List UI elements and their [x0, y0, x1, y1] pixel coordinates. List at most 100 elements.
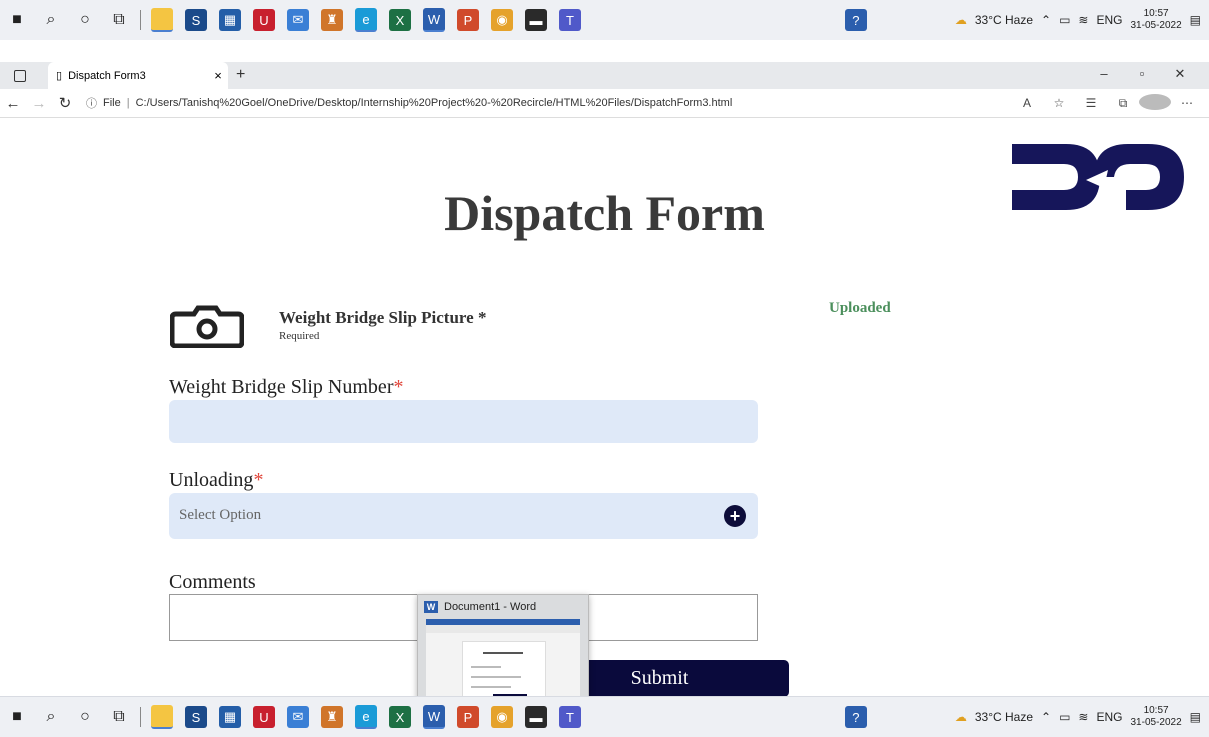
new-tab-button[interactable]: +	[236, 66, 245, 84]
language-indicator[interactable]: ENG	[1096, 13, 1122, 27]
page-content: Dispatch Form Weight Bridge Slip Picture…	[0, 118, 1209, 697]
app-helmet-icon[interactable]: ♜	[321, 706, 343, 728]
word-preview-popup[interactable]: W Document1 - Word	[417, 594, 589, 708]
taskbar-top: ■ ⌕ ○ ⧉ S ▦ U ✉ ♜ e X W P ◉ ▬ T ? ☁ 33°C…	[0, 0, 1209, 40]
slip-picture-required: Required	[279, 330, 320, 342]
page-icon: ▯	[56, 70, 63, 82]
collections-icon[interactable]: ⧉	[1107, 96, 1139, 111]
weather-text[interactable]: 33°C Haze	[975, 710, 1033, 724]
slip-number-label-text: Weight Bridge Slip Number	[169, 376, 394, 398]
calculator-icon[interactable]: ▦	[219, 706, 241, 728]
search-icon[interactable]: ⌕	[40, 706, 62, 728]
required-marker: *	[253, 469, 264, 491]
address-bar-icons: A ☆ ☰ ⧉ ⋯	[1011, 89, 1203, 117]
cortana-icon[interactable]: ○	[74, 9, 96, 31]
file-explorer-icon[interactable]	[151, 705, 173, 729]
tab-dispatch-form[interactable]: ▯ Dispatch Form3 ×	[48, 62, 228, 89]
clock[interactable]: 10:57 31-05-2022	[1131, 705, 1182, 729]
thumb-line	[471, 686, 511, 688]
mail-icon[interactable]: ✉	[287, 9, 309, 31]
refresh-icon[interactable]: ↻	[52, 94, 78, 112]
calculator-icon[interactable]: ▦	[219, 9, 241, 31]
edge-icon[interactable]: e	[355, 8, 377, 32]
chevron-up-icon[interactable]: ⌃	[1041, 710, 1051, 724]
excel-icon[interactable]: X	[389, 9, 411, 31]
restore-icon[interactable]: ▫	[1123, 66, 1161, 82]
unloading-select[interactable]: Select Option +	[169, 493, 758, 539]
minimize-icon[interactable]: –	[1085, 66, 1123, 82]
windows-start-icon[interactable]: ■	[6, 706, 28, 728]
chrome-icon[interactable]: ◉	[491, 9, 513, 31]
avatar	[1139, 93, 1171, 110]
thumb-toolbar	[426, 625, 580, 633]
file-explorer-icon[interactable]	[151, 8, 173, 32]
mcafee-icon[interactable]: U	[253, 706, 275, 728]
weather-text[interactable]: 33°C Haze	[975, 13, 1033, 27]
page-title: Dispatch Form	[444, 185, 765, 241]
powerpoint-icon[interactable]: P	[457, 9, 479, 31]
mcafee-icon[interactable]: U	[253, 9, 275, 31]
word-icon[interactable]: W	[423, 8, 445, 32]
search-icon[interactable]: ⌕	[40, 9, 62, 31]
read-aloud-icon[interactable]: A	[1011, 96, 1043, 110]
close-window-icon[interactable]: ✕	[1161, 66, 1199, 82]
clock[interactable]: 10:57 31-05-2022	[1131, 8, 1182, 32]
url-text: C:/Users/Tanishq%20Goel/OneDrive/Desktop…	[135, 97, 733, 109]
preview-thumbnail	[426, 619, 580, 703]
word-icon[interactable]: W	[423, 705, 445, 729]
app-s-icon[interactable]: S	[185, 9, 207, 31]
mail-icon[interactable]: ✉	[287, 706, 309, 728]
notification-icon[interactable]: ▤	[1190, 13, 1201, 27]
forward-icon[interactable]: →	[26, 95, 52, 112]
wifi-icon[interactable]: ≋	[1078, 710, 1088, 724]
info-icon[interactable]: ⓘ	[86, 95, 97, 111]
add-favorite-icon[interactable]: ☆	[1043, 96, 1075, 110]
language-indicator[interactable]: ENG	[1096, 710, 1122, 724]
app-s-icon[interactable]: S	[185, 706, 207, 728]
thumb-document	[462, 641, 546, 703]
back-icon[interactable]: ←	[0, 95, 26, 112]
tab-actions-icon[interactable]	[14, 70, 26, 82]
close-tab-icon[interactable]: ×	[208, 68, 228, 83]
browser-tab-bar: ▯ Dispatch Form3 × + – ▫ ✕	[0, 62, 1209, 89]
slip-number-input[interactable]	[169, 400, 758, 443]
camera-icon[interactable]	[170, 304, 244, 348]
windows-start-icon[interactable]: ■	[6, 9, 28, 31]
terminal-icon[interactable]: ▬	[525, 706, 547, 728]
system-tray: ? ☁ 33°C Haze ⌃ ▭ ≋ ENG 10:57 31-05-2022 …	[839, 0, 1201, 40]
required-marker: *	[393, 376, 404, 398]
cortana-icon[interactable]: ○	[74, 706, 96, 728]
plus-icon[interactable]: +	[724, 505, 746, 527]
unloading-placeholder: Select Option	[179, 507, 262, 523]
tab-title: Dispatch Form3	[68, 69, 146, 82]
edge-icon[interactable]: e	[355, 705, 377, 729]
thumb-line	[483, 652, 523, 654]
preview-title-text: Document1 - Word	[444, 601, 537, 613]
chevron-up-icon[interactable]: ⌃	[1041, 13, 1051, 27]
battery-icon[interactable]: ▭	[1059, 710, 1070, 724]
profile-icon[interactable]	[1139, 93, 1171, 113]
teams-icon[interactable]: T	[559, 706, 581, 728]
task-view-icon[interactable]: ⧉	[108, 706, 130, 728]
help-icon[interactable]: ?	[844, 9, 867, 31]
wifi-icon[interactable]: ≋	[1078, 13, 1088, 27]
upload-status: Uploaded	[829, 300, 891, 316]
teams-icon[interactable]: T	[559, 9, 581, 31]
url-prefix: File	[103, 97, 121, 109]
task-view-icon[interactable]: ⧉	[108, 9, 130, 31]
favorites-icon[interactable]: ☰	[1075, 96, 1107, 110]
powerpoint-icon[interactable]: P	[457, 706, 479, 728]
battery-icon[interactable]: ▭	[1059, 13, 1070, 27]
app-helmet-icon[interactable]: ♜	[321, 9, 343, 31]
chrome-icon[interactable]: ◉	[491, 706, 513, 728]
excel-icon[interactable]: X	[389, 706, 411, 728]
address-bar: ← → ↻ ⓘ File | C:/Users/Tanishq%20Goel/O…	[0, 89, 1209, 118]
clock-date: 31-05-2022	[1130, 20, 1182, 31]
notification-icon[interactable]: ▤	[1190, 710, 1201, 724]
window-controls: – ▫ ✕	[1085, 66, 1199, 82]
more-icon[interactable]: ⋯	[1171, 96, 1203, 110]
url-field[interactable]: ⓘ File | C:/Users/Tanishq%20Goel/OneDriv…	[86, 95, 732, 111]
terminal-icon[interactable]: ▬	[525, 9, 547, 31]
help-icon[interactable]: ?	[844, 706, 867, 728]
thumb-line	[471, 666, 501, 668]
